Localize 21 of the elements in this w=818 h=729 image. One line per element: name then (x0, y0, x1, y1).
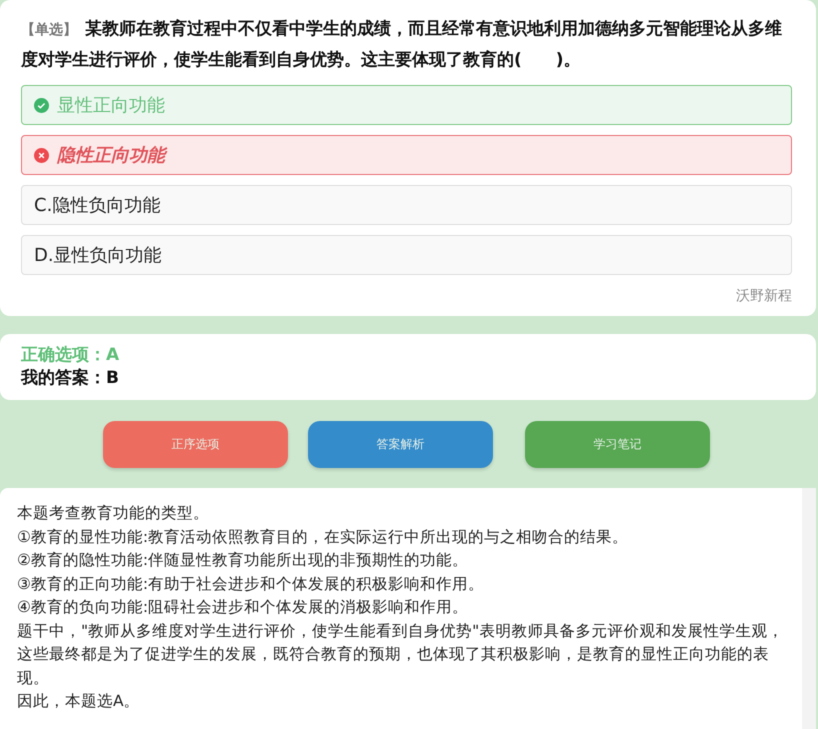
scrollbar-track[interactable] (802, 488, 816, 729)
explanation-line: ③教育的正向功能:有助于社会进步和个体发展的积极影响和作用。 (17, 574, 486, 594)
explanation-line: 本题考查教育功能的类型。 (17, 503, 210, 524)
answer-option[interactable]: C.隐性负向功能 (21, 185, 792, 225)
explanation-line: ④教育的负向功能:阻碍社会进步和个体发展的消极影响和作用。 (17, 597, 470, 618)
action-button[interactable]: 学习笔记 (525, 420, 710, 468)
answer-option[interactable]: D.显性负向功能 (21, 235, 792, 275)
correct-answer: 正确选项：A (21, 344, 120, 367)
explanation-line: 因此，本题选A。 (17, 691, 141, 712)
source-label: 沃野新程 (736, 287, 792, 305)
cross-icon (34, 148, 49, 162)
explanation-line: ①教育的显性功能:教育活动依照教育目的，在实际运行中所出现的与之相吻合的结果。 (17, 526, 630, 548)
action-button[interactable]: 正序选项 (103, 420, 288, 468)
question-text: 【单选】 某教师在教育过程中不仅看中学生的成绩，而且经常有意识地利用加德纳多元智能理论从多维度对学生进行评价，使学生能看到自身优势。这主要体现了教育的( )。 (21, 18, 783, 72)
explanation-line: 题干中，"教师从多维度对学生进行评价，使学生能看到自身优势"表明教师具备多元评价观和发展性学生观，这些最终都是为了促进学生的发展，既符合教育的预期，也体现了其积极影响，是教育的显性正向功能的表现。 (17, 620, 784, 688)
check-icon (34, 98, 49, 112)
action-button[interactable]: 答案解析 (308, 420, 493, 468)
my-answer: 我的答案：B (21, 367, 120, 390)
answer-option[interactable]: 显性正向功能 (21, 85, 792, 125)
explanation-line: ②教育的隐性功能:伴随显性教育功能所出现的非预期性的功能。 (17, 550, 470, 571)
answer-option[interactable]: 隐性正向功能 (21, 135, 792, 175)
